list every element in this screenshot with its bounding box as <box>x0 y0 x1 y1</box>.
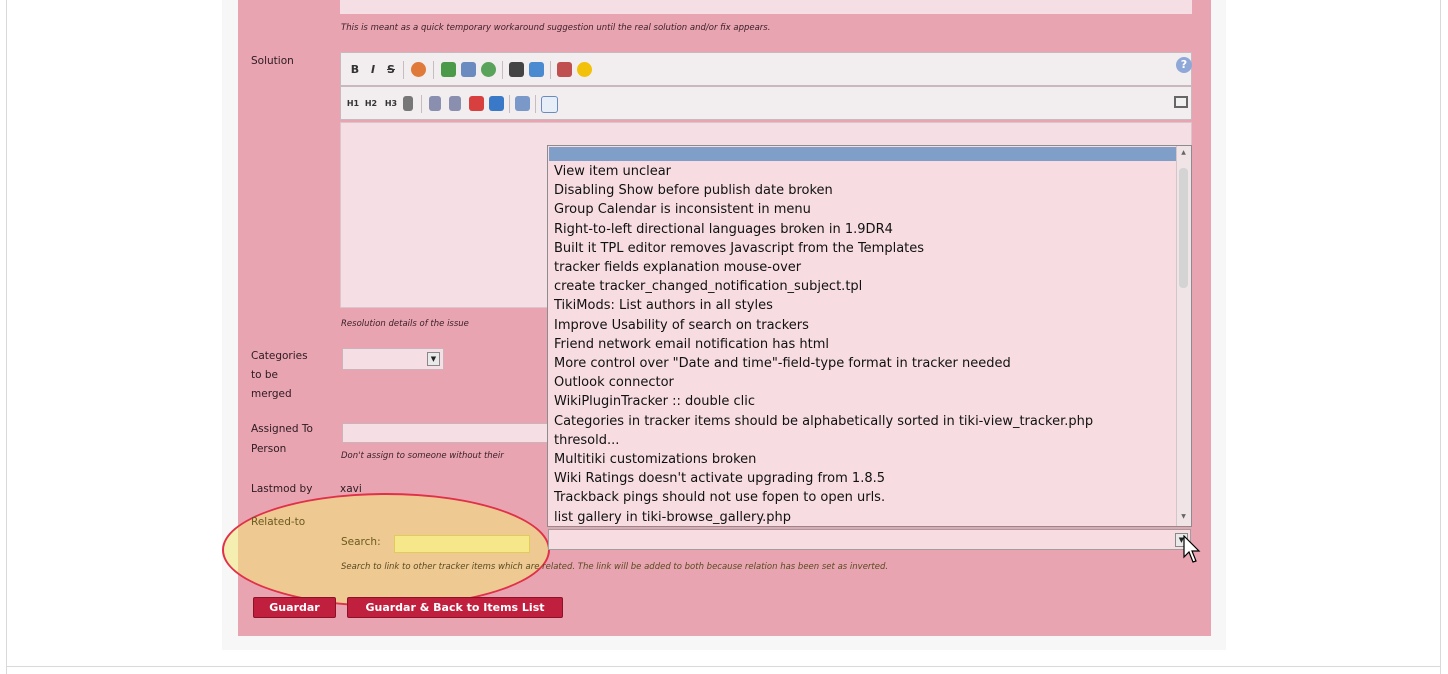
help-icon[interactable]: ? <box>1176 57 1192 73</box>
color-picker-icon[interactable] <box>411 62 426 77</box>
scroll-up-icon[interactable]: ▲ <box>1179 148 1188 158</box>
editor-toolbar-bottom: H1 H2 H3 <box>340 86 1192 120</box>
dropdown-option[interactable]: Trackback pings should not use fopen to … <box>554 488 1093 507</box>
dropdown-option[interactable]: More control over "Date and time"-field-… <box>554 354 1093 373</box>
code-icon[interactable] <box>541 96 558 113</box>
heading2-button[interactable]: H2 <box>363 96 379 112</box>
align-icon[interactable] <box>403 96 413 111</box>
assigned-hint: Don't assign to someone without their <box>341 451 504 461</box>
dropdown-option[interactable]: Right-to-left directional languages brok… <box>554 220 1093 239</box>
dropdown-option[interactable]: Disabling Show before publish date broke… <box>554 181 1093 200</box>
numbered-list-icon[interactable] <box>449 96 461 111</box>
dropdown-option[interactable]: list gallery in tiki-browse_gallery.php <box>554 508 1093 526</box>
workaround-textarea[interactable] <box>340 0 1192 14</box>
dropdown-option[interactable]: Friend network email notification has ht… <box>554 335 1093 354</box>
categories-label-line2: to be <box>251 369 279 381</box>
assigned-label-line1: Assigned To <box>251 423 313 435</box>
dropdown-option[interactable]: thresold... <box>554 431 1093 450</box>
toolbar-separator <box>403 61 404 79</box>
mouse-cursor-icon <box>1183 535 1201 563</box>
scroll-down-icon[interactable]: ▼ <box>1179 512 1188 522</box>
solution-label: Solution <box>251 55 294 67</box>
file-icon[interactable] <box>461 62 476 77</box>
sort-icon[interactable] <box>529 62 544 77</box>
toolbar-separator <box>509 95 510 113</box>
related-items-select[interactable]: ▼ <box>548 529 1191 550</box>
chevron-down-icon: ▼ <box>427 352 440 366</box>
lastmod-label: Lastmod by <box>251 483 313 495</box>
dropdown-option[interactable]: TikiMods: List authors in all styles <box>554 296 1093 315</box>
toolbar-separator <box>535 95 536 113</box>
draw-icon[interactable] <box>469 96 484 111</box>
toolbar-separator <box>433 61 434 79</box>
heading1-button[interactable]: H1 <box>345 96 361 112</box>
find-icon[interactable] <box>509 62 524 77</box>
search-label: Search: <box>341 536 381 548</box>
link-globe-icon[interactable] <box>481 62 496 77</box>
categories-select[interactable]: ▼ <box>342 348 444 370</box>
related-hint: Search to link to other tracker items wh… <box>341 562 889 572</box>
categories-label-line1: Categories <box>251 350 308 362</box>
plugin-icon[interactable] <box>557 62 572 77</box>
dropdown-option[interactable]: Improve Usability of search on trackers <box>554 316 1093 335</box>
workaround-hint: This is meant as a quick temporary worka… <box>341 23 771 33</box>
selected-empty-option[interactable] <box>549 147 1177 161</box>
save-and-back-button[interactable]: Guardar & Back to Items List <box>347 597 563 618</box>
save-button[interactable]: Guardar <box>253 597 336 618</box>
related-to-label: Related-to <box>251 516 306 528</box>
heading3-button[interactable]: H3 <box>383 96 399 112</box>
dropdown-scrollbar[interactable]: ▲ ▼ <box>1176 146 1191 526</box>
toolbar-separator <box>421 95 422 113</box>
related-items-dropdown-list[interactable]: View item unclear Disabling Show before p… <box>547 145 1192 527</box>
dropdown-option[interactable]: Group Calendar is inconsistent in menu <box>554 200 1093 219</box>
page-right-border <box>1440 0 1441 674</box>
smiley-icon[interactable] <box>577 62 592 77</box>
dropdown-option[interactable]: WikiPluginTracker :: double clic <box>554 392 1093 411</box>
dropdown-options: View item unclear Disabling Show before p… <box>554 162 1093 526</box>
strikethrough-button[interactable]: S <box>383 62 399 78</box>
page-bottom-border <box>6 666 1441 667</box>
dropdown-option[interactable]: Built it TPL editor removes Javascript f… <box>554 239 1093 258</box>
bold-button[interactable]: B <box>347 62 363 78</box>
italic-button[interactable]: I <box>365 62 381 78</box>
categories-label-line3: merged <box>251 388 292 400</box>
related-search-input[interactable] <box>394 535 530 553</box>
toolbar-separator <box>502 61 503 79</box>
image-icon[interactable] <box>441 62 456 77</box>
bullet-list-icon[interactable] <box>429 96 441 111</box>
editor-toolbar-top: B I S <box>340 52 1192 86</box>
fullscreen-icon[interactable] <box>1174 96 1188 108</box>
media-icon[interactable] <box>489 96 504 111</box>
dropdown-option[interactable]: Wiki Ratings doesn't activate upgrading … <box>554 469 1093 488</box>
toolbar-separator <box>550 61 551 79</box>
dropdown-option[interactable]: Categories in tracker items should be al… <box>554 412 1093 431</box>
resolution-hint: Resolution details of the issue <box>341 319 469 329</box>
dropdown-option[interactable]: tracker fields explanation mouse-over <box>554 258 1093 277</box>
dropdown-option[interactable]: create tracker_changed_notification_subj… <box>554 277 1093 296</box>
dropdown-option[interactable]: Multitiki customizations broken <box>554 450 1093 469</box>
scrollbar-thumb[interactable] <box>1179 168 1188 288</box>
assigned-to-input[interactable] <box>342 423 552 443</box>
dropdown-option[interactable]: Outlook connector <box>554 373 1093 392</box>
table-icon[interactable] <box>515 96 530 111</box>
assigned-label-line2: Person <box>251 443 287 455</box>
dropdown-option[interactable]: View item unclear <box>554 162 1093 181</box>
page-left-border <box>6 0 7 674</box>
